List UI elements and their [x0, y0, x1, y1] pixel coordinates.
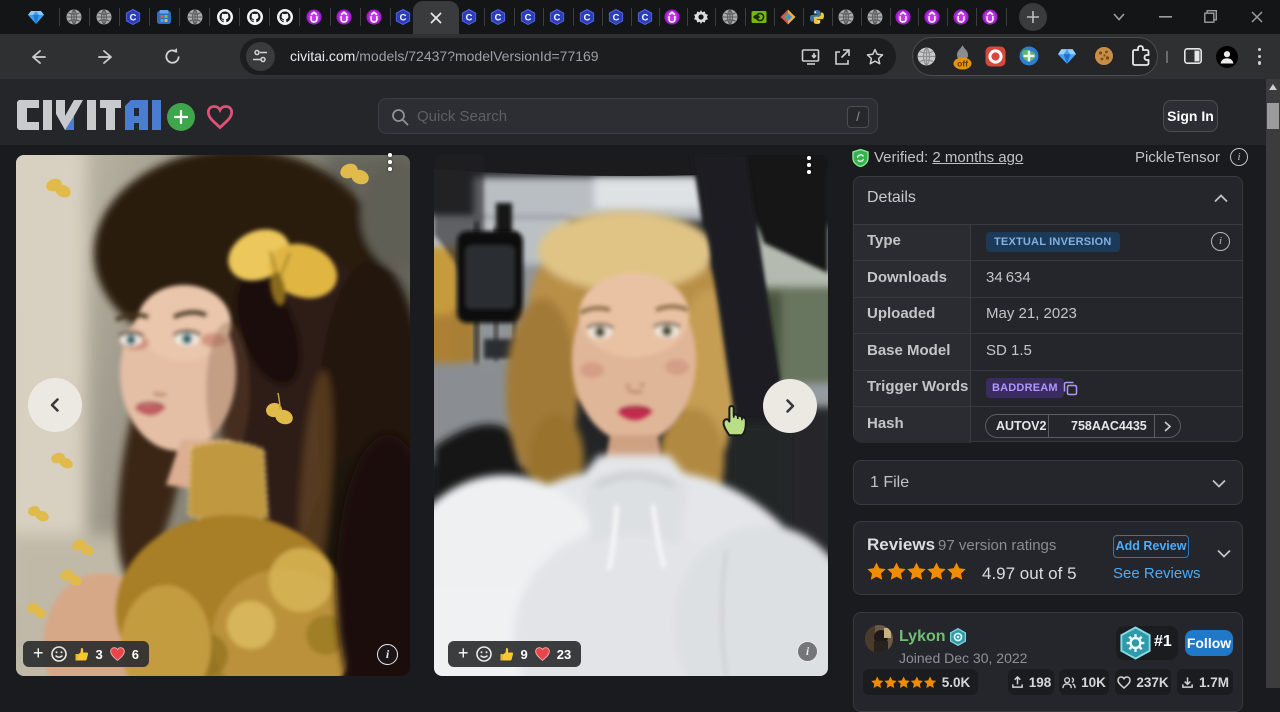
- svg-text:C: C: [495, 13, 502, 23]
- svg-text:off: off: [957, 59, 968, 69]
- svg-text:C: C: [584, 13, 591, 23]
- svg-text:C: C: [525, 13, 532, 23]
- svg-text:C: C: [466, 13, 473, 23]
- svg-text:C: C: [400, 13, 407, 23]
- svg-text:C: C: [613, 13, 620, 23]
- svg-text:C: C: [554, 13, 561, 23]
- svg-text:C: C: [130, 13, 137, 23]
- svg-text:C: C: [642, 13, 649, 23]
